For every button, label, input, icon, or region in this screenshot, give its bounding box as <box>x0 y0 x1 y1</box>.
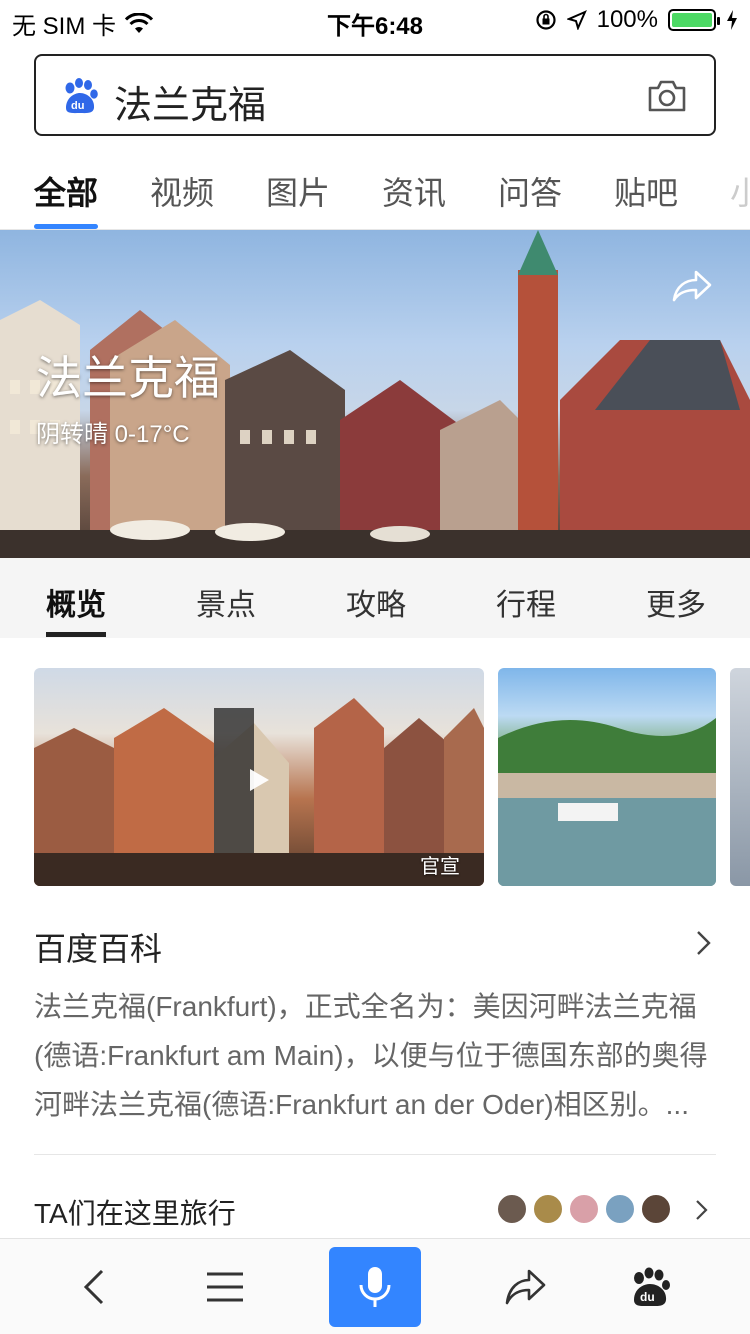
river-photo <box>498 718 716 886</box>
chevron-right-icon[interactable] <box>694 1198 710 1222</box>
travelers-label[interactable]: TA们在这里旅行 <box>34 1192 236 1232</box>
avatar <box>640 1193 672 1225</box>
location-icon <box>566 10 587 30</box>
battery-percent: 100% <box>596 6 658 33</box>
menu-icon[interactable] <box>203 1265 247 1309</box>
tab-video[interactable]: 视频 <box>150 168 214 214</box>
tab-more[interactable]: 更多 <box>646 580 706 624</box>
bottom-toolbar: du <box>0 1238 750 1334</box>
tab-guides[interactable]: 攻略 <box>346 580 406 624</box>
avatar <box>568 1193 600 1225</box>
search-input[interactable]: 法兰克福 <box>114 74 266 129</box>
svg-text:du: du <box>640 1290 655 1304</box>
svg-text:du: du <box>71 100 84 112</box>
traveler-avatars[interactable] <box>496 1193 672 1225</box>
search-box[interactable]: du 法兰克福 <box>34 54 716 136</box>
chevron-right-icon[interactable] <box>694 928 714 958</box>
avatar <box>604 1193 636 1225</box>
tab-more-partial[interactable]: 小 <box>730 168 750 214</box>
back-icon[interactable] <box>74 1265 118 1309</box>
baike-summary[interactable]: 法兰克福(Frankfurt)，正式全名为：美因河畔法兰克福(德语:Frankf… <box>34 982 716 1129</box>
tab-qa[interactable]: 问答 <box>498 168 562 214</box>
play-icon[interactable] <box>244 766 272 794</box>
city-hero-banner[interactable]: 法兰克福 阴转晴 0-17°C <box>0 230 750 558</box>
baidu-paw-icon[interactable]: du <box>628 1265 672 1309</box>
active-section-indicator <box>46 632 106 637</box>
tab-tieba[interactable]: 贴吧 <box>614 168 678 214</box>
city-title: 法兰克福 <box>36 352 220 404</box>
status-right: 100% <box>535 6 738 34</box>
tab-overview[interactable]: 概览 <box>46 580 106 624</box>
avatar <box>496 1193 528 1225</box>
photo-thumbnail-partial[interactable] <box>730 668 750 886</box>
microphone-icon <box>359 1267 391 1307</box>
avatar <box>532 1193 564 1225</box>
battery-icon <box>668 9 720 31</box>
video-badge: 官宣 <box>420 856 460 878</box>
baidu-paw-icon: du <box>65 78 98 114</box>
weather-summary: 阴转晴 0-17°C <box>36 421 190 448</box>
photo-thumbnail-river[interactable] <box>498 668 716 886</box>
voice-search-button[interactable] <box>329 1247 421 1327</box>
charging-icon <box>727 10 737 30</box>
share-icon[interactable] <box>503 1265 547 1309</box>
rotation-lock-icon <box>536 10 556 30</box>
city-section-tabs: 概览 景点 攻略 行程 更多 <box>0 558 750 638</box>
status-bar: 无 SIM 卡 下午6:48 100% <box>0 0 750 40</box>
search-tabs: 全部 视频 图片 资讯 问答 贴吧 小 <box>0 150 750 230</box>
share-icon[interactable] <box>670 268 714 304</box>
tab-itinerary[interactable]: 行程 <box>496 580 556 624</box>
baike-title[interactable]: 百度百科 <box>34 924 162 970</box>
tab-images[interactable]: 图片 <box>266 168 330 214</box>
divider <box>34 1154 716 1155</box>
tab-all[interactable]: 全部 <box>34 168 98 214</box>
tab-news[interactable]: 资讯 <box>382 168 446 214</box>
camera-icon[interactable] <box>646 76 688 116</box>
tab-attractions[interactable]: 景点 <box>196 580 256 624</box>
active-tab-indicator <box>34 224 98 229</box>
